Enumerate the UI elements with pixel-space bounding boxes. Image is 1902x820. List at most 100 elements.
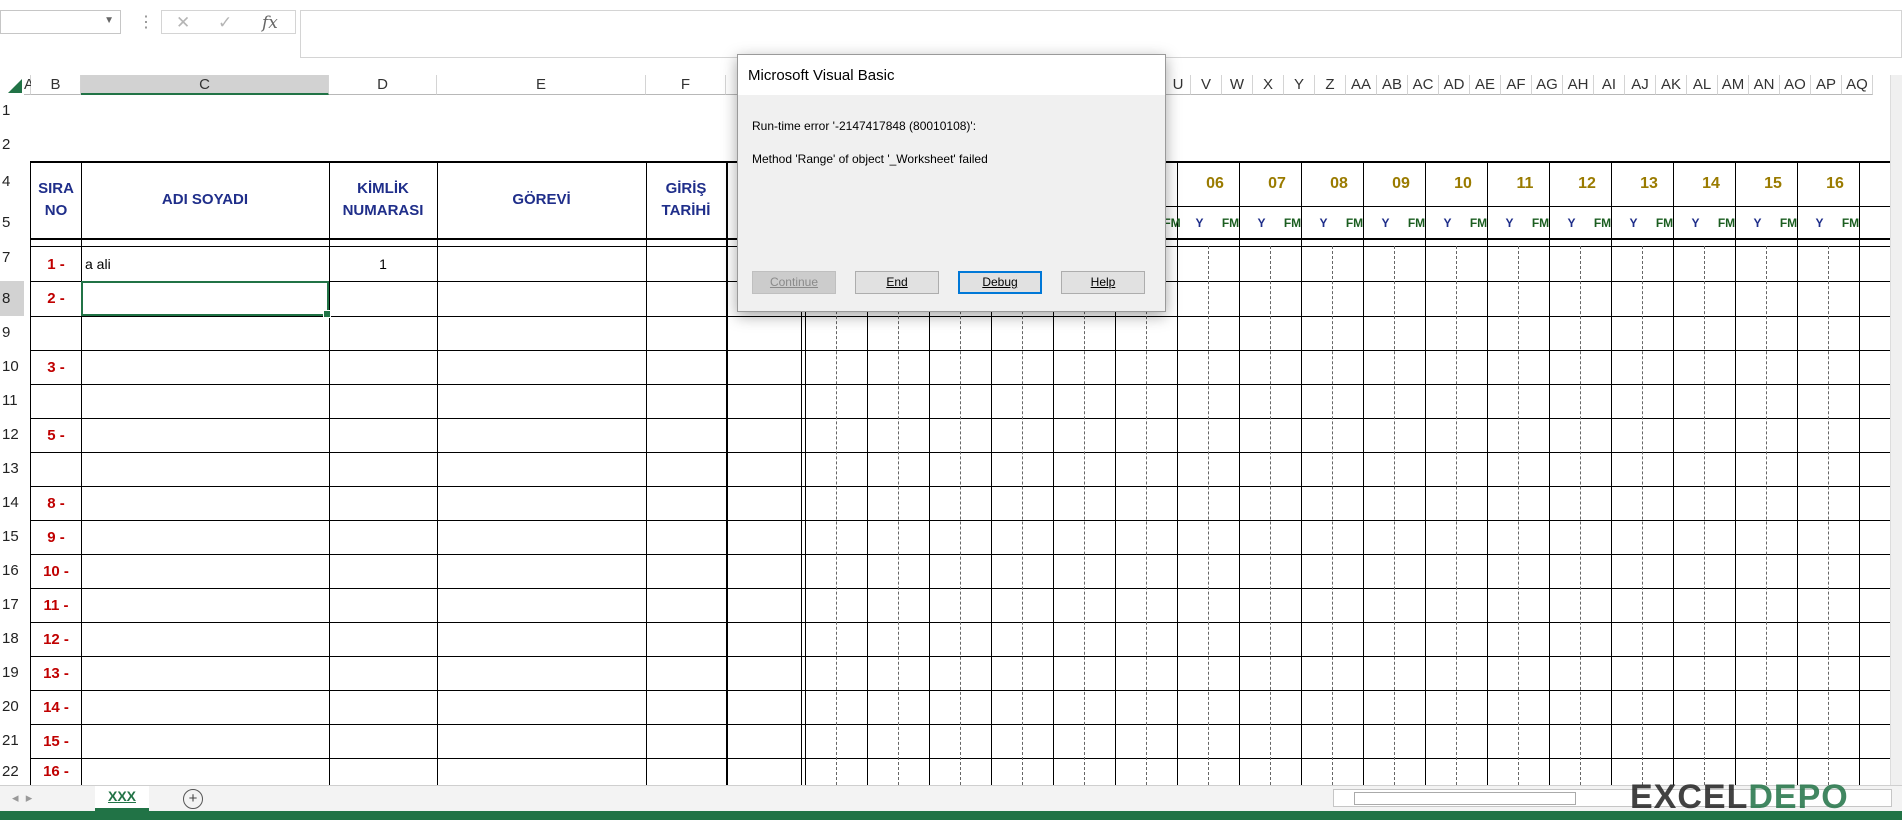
row-header-1[interactable]: 1 [0,95,24,127]
vertical-scrollbar[interactable] [1890,75,1902,785]
row-header-22[interactable]: 22 [0,758,24,785]
column-header-ab[interactable]: AB [1377,75,1408,95]
name-cell[interactable] [85,350,325,384]
sheet-tab-xxx[interactable]: XXX [95,786,149,811]
column-header-d[interactable]: D [329,75,437,95]
kimlik-cell[interactable] [329,384,437,418]
row-header-19[interactable]: 19 [0,656,24,690]
day-header: 08 [1330,175,1348,192]
name-cell[interactable] [85,656,325,690]
name-cell[interactable] [85,622,325,656]
column-header-u[interactable]: U [1166,75,1191,95]
kimlik-cell[interactable] [329,281,437,316]
column-header-ad[interactable]: AD [1439,75,1470,95]
column-header-ae[interactable]: AE [1470,75,1501,95]
name-cell[interactable] [85,690,325,724]
row-header-2[interactable]: 2 [0,127,24,162]
column-header-e[interactable]: E [437,75,646,95]
name-cell[interactable] [85,452,325,486]
column-header-ai[interactable]: AI [1594,75,1625,95]
row-header-5[interactable]: 5 [0,208,24,238]
row-header-12[interactable]: 12 [0,418,24,452]
row-header-8[interactable]: 8 [0,281,24,316]
column-header-ag[interactable]: AG [1532,75,1563,95]
row-header-13[interactable]: 13 [0,452,24,486]
row-header-14[interactable]: 14 [0,486,24,520]
column-header-ac[interactable]: AC [1408,75,1439,95]
column-header-aj[interactable]: AJ [1625,75,1656,95]
kimlik-cell[interactable] [329,418,437,452]
column-header-b[interactable]: B [31,75,81,95]
row-header-17[interactable]: 17 [0,588,24,622]
row-header-11[interactable]: 11 [0,384,24,418]
column-header-x[interactable]: X [1253,75,1284,95]
column-header-w[interactable]: W [1222,75,1253,95]
column-header-aa[interactable]: AA [1346,75,1377,95]
debug-button[interactable]: Debug [958,271,1042,294]
column-header-an[interactable]: AN [1749,75,1780,95]
column-header-am[interactable]: AM [1718,75,1749,95]
column-header-ah[interactable]: AH [1563,75,1594,95]
column-header-v[interactable]: V [1191,75,1222,95]
enter-icon[interactable]: ✓ [218,13,232,33]
kimlik-cell[interactable] [329,724,437,758]
row-header-10[interactable]: 10 [0,350,24,384]
row-header-16[interactable]: 16 [0,554,24,588]
column-header-ap[interactable]: AP [1811,75,1842,95]
name-cell[interactable] [85,724,325,758]
row-header-9[interactable]: 9 [0,316,24,350]
column-header-af[interactable]: AF [1501,75,1532,95]
name-cell[interactable] [85,418,325,452]
active-cell-c8[interactable] [81,281,331,318]
kimlik-cell[interactable] [329,486,437,520]
chevron-down-icon[interactable]: ▼ [104,15,114,26]
sub-label-fm: FM [1283,216,1302,230]
name-cell[interactable] [85,486,325,520]
row-header-18[interactable]: 18 [0,622,24,656]
kimlik-cell[interactable] [329,316,437,350]
column-header-a[interactable]: A [24,75,34,95]
column-header-c[interactable]: C [81,75,329,95]
kimlik-cell[interactable] [329,520,437,554]
formula-input[interactable] [300,10,1902,58]
column-header-al[interactable]: AL [1687,75,1718,95]
kimlik-cell[interactable] [329,554,437,588]
grid-line [81,161,82,785]
kimlik-cell[interactable] [329,588,437,622]
name-cell[interactable] [85,384,325,418]
row-header-20[interactable]: 20 [0,690,24,724]
continue-button[interactable]: Continue [752,271,836,294]
name-cell[interactable] [85,520,325,554]
column-header-z[interactable]: Z [1315,75,1346,95]
sheet-nav-arrows-icon[interactable]: ◂ ▸ [12,790,32,806]
help-button[interactable]: Help [1061,271,1145,294]
cancel-icon[interactable]: ✕ [176,13,190,33]
row-header-15[interactable]: 15 [0,520,24,554]
kimlik-cell[interactable] [329,758,437,785]
name-cell[interactable] [85,758,325,785]
end-button[interactable]: End [855,271,939,294]
kimlik-cell[interactable] [329,350,437,384]
column-header-f[interactable]: F [646,75,726,95]
insert-function-icon[interactable]: fx [262,13,278,33]
select-all-corner[interactable] [0,75,24,95]
kimlik-cell[interactable] [329,690,437,724]
kimlik-cell[interactable] [329,622,437,656]
name-box[interactable]: ▼ [0,10,121,34]
name-cell[interactable] [85,316,325,350]
name-cell[interactable] [85,588,325,622]
kimlik-cell[interactable]: 1 [329,247,437,281]
kimlik-cell[interactable] [329,452,437,486]
name-cell[interactable] [85,554,325,588]
column-header-y[interactable]: Y [1284,75,1315,95]
column-header-aq[interactable]: AQ [1842,75,1873,95]
column-header-ao[interactable]: AO [1780,75,1811,95]
name-cell[interactable]: a ali [85,247,325,281]
row-header-4[interactable]: 4 [0,162,24,208]
add-sheet-icon[interactable]: + [183,789,203,809]
column-header-ak[interactable]: AK [1656,75,1687,95]
row-header-21[interactable]: 21 [0,724,24,758]
scroll-thumb[interactable] [1354,792,1576,805]
kimlik-cell[interactable] [329,656,437,690]
row-header-7[interactable]: 7 [0,238,24,281]
